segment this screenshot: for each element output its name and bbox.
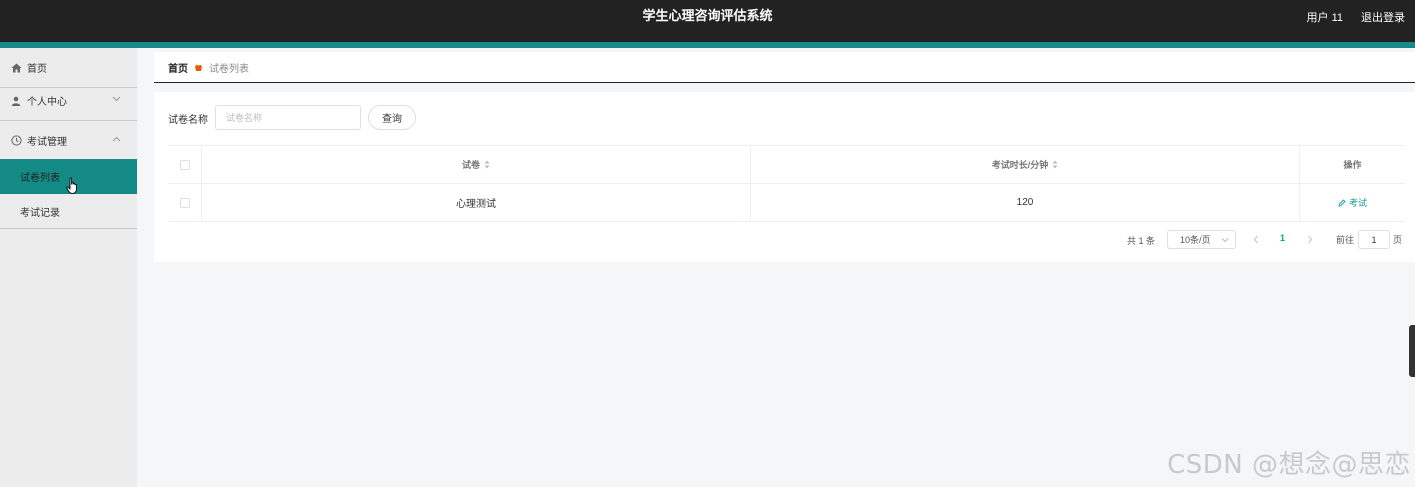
column-header-action: 操作 — [1300, 146, 1405, 183]
goto-label: 前往 — [1336, 235, 1355, 245]
table-header-row: 试卷 考试时长/分钟 操作 — [168, 146, 1405, 184]
goto-unit: 页 — [1393, 235, 1403, 245]
search-input[interactable] — [215, 105, 361, 130]
sidebar-item-label: 个人中心 — [27, 97, 67, 108]
accent-stripe — [0, 42, 1415, 48]
content-panel: 试卷名称 查询 试卷 考试时长/分钟 操作 — [154, 92, 1415, 262]
sort-icon[interactable] — [484, 160, 490, 169]
watermark: CSDN @想念@思恋 — [1167, 450, 1411, 480]
table-row: 心理测试 120 考试 — [168, 184, 1405, 222]
action-cell: 考试 — [1300, 184, 1405, 221]
query-button[interactable]: 查询 — [368, 105, 416, 130]
column-header-label: 试卷 — [461, 160, 480, 170]
breadcrumb-separator-icon — [194, 63, 203, 72]
sidebar-item-label: 试卷列表 — [20, 173, 60, 184]
breadcrumb-home[interactable]: 首页 — [168, 60, 188, 75]
column-header-paper[interactable]: 试卷 — [202, 146, 751, 183]
sort-icon[interactable] — [1052, 160, 1058, 169]
chevron-up-icon — [112, 134, 121, 145]
edit-icon — [1338, 198, 1346, 207]
prev-page-icon[interactable] — [1253, 235, 1259, 247]
sidebar-divider — [0, 228, 137, 229]
search-label: 试卷名称 — [168, 115, 208, 126]
clock-icon — [10, 135, 22, 147]
next-page-icon[interactable] — [1307, 235, 1313, 247]
row-checkbox[interactable] — [179, 197, 190, 208]
row-checkbox-cell — [168, 184, 202, 221]
goto-page-input[interactable] — [1358, 230, 1390, 249]
take-exam-button[interactable]: 考试 — [1338, 196, 1367, 209]
pagination-total: 共 1 条 — [1127, 235, 1156, 246]
sidebar-item-profile[interactable]: 个人中心 — [0, 81, 137, 121]
sidebar-item-exam-management[interactable]: 考试管理 — [0, 121, 137, 161]
scroll-handle[interactable] — [1409, 325, 1415, 377]
page-size-select[interactable]: 10条/页 — [1167, 230, 1236, 249]
sidebar-item-label: 考试记录 — [20, 208, 60, 219]
chevron-down-icon — [112, 94, 121, 105]
duration-cell: 120 — [751, 184, 1300, 221]
breadcrumb-current: 试卷列表 — [209, 63, 249, 75]
header-checkbox-cell — [168, 146, 202, 183]
user-name[interactable]: 用户 11 — [1307, 9, 1343, 25]
column-header-label: 操作 — [1343, 160, 1362, 170]
app-title: 学生心理咨询评估系统 — [642, 8, 773, 23]
paper-table: 试卷 考试时长/分钟 操作 心理测试 120 考试 — [168, 145, 1405, 222]
select-all-checkbox[interactable] — [179, 159, 190, 170]
sidebar-item-label: 考试管理 — [27, 137, 67, 148]
user-icon — [10, 95, 22, 107]
logout-link[interactable]: 退出登录 — [1361, 9, 1405, 25]
column-header-label: 考试时长/分钟 — [991, 160, 1049, 170]
column-header-duration[interactable]: 考试时长/分钟 — [751, 146, 1300, 183]
chevron-down-icon — [1221, 235, 1229, 245]
take-exam-label: 考试 — [1348, 198, 1367, 208]
page-number-current[interactable]: 1 — [1280, 233, 1285, 243]
breadcrumb: 首页 试卷列表 — [154, 52, 1415, 83]
home-icon — [10, 62, 22, 74]
sidebar-item-label: 首页 — [27, 64, 47, 75]
sidebar: 首页 个人中心 考试管理 试卷列表 考试记录 — [0, 48, 137, 487]
page-size-value: 10条/页 — [1180, 235, 1211, 245]
top-bar: 学生心理咨询评估系统 用户 11 退出登录 — [0, 0, 1415, 42]
paper-name-cell: 心理测试 — [202, 184, 751, 221]
hand-cursor-icon — [66, 177, 80, 198]
sidebar-item-exam-records[interactable]: 考试记录 — [0, 194, 137, 229]
